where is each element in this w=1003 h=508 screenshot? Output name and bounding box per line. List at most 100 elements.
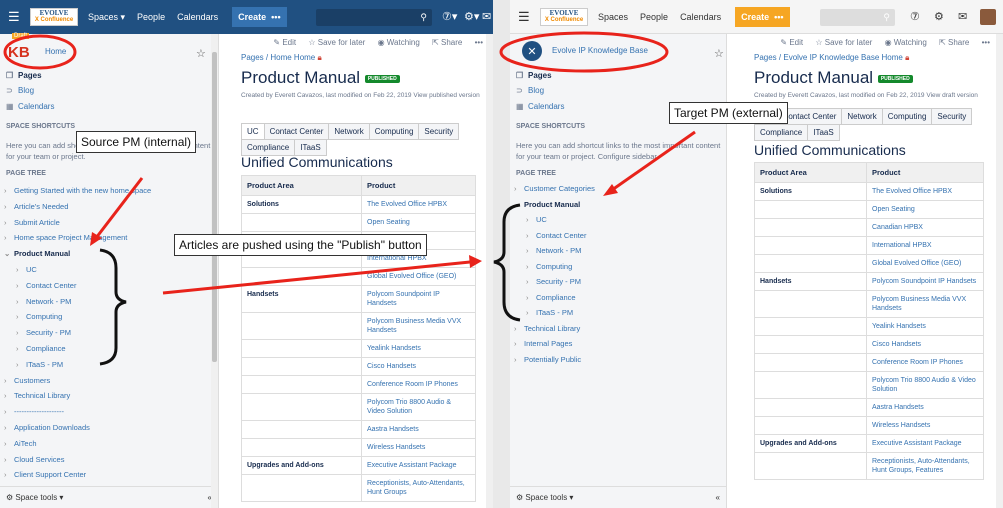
product-link[interactable]: Aastra Handsets: [361, 420, 476, 439]
tree-item[interactable]: › Home space Project Management: [4, 233, 127, 242]
calendars-link[interactable]: Calendars: [680, 12, 721, 22]
spaces-menu[interactable]: Spaces: [598, 12, 628, 22]
create-button[interactable]: Create •••: [232, 7, 287, 27]
people-link[interactable]: People: [640, 12, 668, 22]
tab-compliance[interactable]: Compliance: [754, 124, 809, 141]
product-link[interactable]: Polycom Business Media VVX Handsets: [866, 290, 984, 318]
tab-itaas[interactable]: ITaaS: [807, 124, 840, 141]
save-for-later-button[interactable]: ☆ Save for later: [815, 38, 872, 47]
product-link[interactable]: The Evolved Office HPBX: [361, 195, 476, 214]
notifications-icon[interactable]: ✉: [958, 10, 967, 23]
tree-item[interactable]: › Compliance: [16, 344, 66, 353]
tree-item[interactable]: › Compliance: [526, 293, 576, 302]
product-link[interactable]: Polycom Business Media VVX Handsets: [361, 312, 476, 340]
wrench-logo-icon[interactable]: ✕: [522, 41, 542, 61]
product-link[interactable]: Yealink Handsets: [361, 339, 476, 358]
chevron-right-icon[interactable]: ›: [526, 231, 536, 240]
tree-item[interactable]: › Customers: [4, 376, 50, 385]
chevron-right-icon[interactable]: ›: [514, 184, 524, 193]
chevron-right-icon[interactable]: ›: [4, 470, 14, 479]
share-button[interactable]: ⇱ Share: [939, 38, 969, 47]
edit-button[interactable]: ✎ Edit: [780, 38, 803, 47]
evolve-confluence-logo[interactable]: EVOLVE X Confluence: [30, 8, 78, 26]
search-input[interactable]: ⚲: [316, 9, 432, 26]
chevron-right-icon[interactable]: ›: [16, 328, 26, 337]
chevron-right-icon[interactable]: ›: [16, 360, 26, 369]
product-link[interactable]: The Evolved Office HPBX: [866, 182, 984, 201]
page-scrollbar[interactable]: [486, 34, 493, 508]
tree-item[interactable]: › --------------------: [4, 407, 64, 416]
scrollbar-thumb[interactable]: [212, 52, 217, 362]
chevron-right-icon[interactable]: ›: [514, 355, 524, 364]
breadcrumb[interactable]: Pages / Home Home 🔒︎: [241, 53, 322, 63]
tab-security[interactable]: Security: [418, 123, 460, 140]
tree-item[interactable]: › Computing: [16, 312, 62, 321]
tab-computing[interactable]: Computing: [881, 108, 933, 125]
tree-item[interactable]: › Network - PM: [16, 297, 71, 306]
product-link[interactable]: Canadian HPBX: [866, 218, 984, 237]
chevron-right-icon[interactable]: ›: [4, 455, 14, 464]
product-link[interactable]: Executive Assistant Package: [866, 434, 984, 453]
app-switcher-icon[interactable]: ☰: [8, 9, 24, 25]
chevron-right-icon[interactable]: ›: [16, 297, 26, 306]
chevron-down-icon[interactable]: ⌄: [4, 249, 14, 258]
space-tools-menu[interactable]: ⚙ Space tools ▾: [516, 493, 573, 502]
calendars-link[interactable]: Calendars: [177, 12, 218, 22]
product-link[interactable]: Conference Room IP Phones: [361, 375, 476, 394]
help-icon[interactable]: ⑦▾: [442, 10, 457, 23]
people-link[interactable]: People: [137, 12, 165, 22]
sidebar-item-blog[interactable]: ⊃ Blog: [516, 86, 544, 95]
chevron-right-icon[interactable]: ›: [16, 281, 26, 290]
tab-uc[interactable]: UC: [241, 123, 265, 140]
product-link[interactable]: Polycom Soundpoint IP Handsets: [361, 285, 476, 313]
evolve-confluence-logo[interactable]: EVOLVE X Confluence: [540, 7, 588, 26]
sidebar-item-pages[interactable]: ❐ Pages: [6, 71, 42, 80]
tree-item[interactable]: › Contact Center: [526, 231, 586, 240]
product-link[interactable]: Wireless Handsets: [361, 438, 476, 457]
edit-button[interactable]: ✎ Edit: [273, 38, 296, 47]
app-switcher-icon[interactable]: ☰: [518, 9, 534, 25]
chevron-right-icon[interactable]: ›: [514, 324, 524, 333]
save-for-later-button[interactable]: ☆ Save for later: [308, 38, 365, 47]
tree-item[interactable]: › Cloud Services: [4, 455, 64, 464]
share-button[interactable]: ⇱ Share: [432, 38, 462, 47]
tree-item[interactable]: › ITaaS - PM: [526, 308, 573, 317]
tree-item[interactable]: › Computing: [526, 262, 572, 271]
tree-item[interactable]: › Security - PM: [16, 328, 71, 337]
tree-item[interactable]: › Article's Needed: [4, 202, 68, 211]
watching-button[interactable]: ◉ Watching: [885, 38, 927, 47]
page-scrollbar[interactable]: [996, 34, 1003, 508]
chevron-right-icon[interactable]: ›: [16, 312, 26, 321]
product-link[interactable]: Executive Assistant Package: [361, 456, 476, 475]
tree-item[interactable]: › AiTech: [4, 439, 37, 448]
chevron-down-icon[interactable]: ⌄: [514, 200, 524, 209]
tree-item[interactable]: › Getting Started with the new home space: [4, 186, 151, 195]
tab-contact-center[interactable]: Contact Center: [263, 123, 330, 140]
product-link[interactable]: International HPBX: [866, 236, 984, 255]
chevron-right-icon[interactable]: ›: [4, 439, 14, 448]
tab-network[interactable]: Network: [841, 108, 883, 125]
product-link[interactable]: Receptionists, Auto-Attendants, Hunt Gro…: [866, 452, 984, 480]
more-actions-button[interactable]: •••: [475, 38, 483, 47]
tree-item[interactable]: › Submit Article: [4, 218, 60, 227]
tab-network[interactable]: Network: [328, 123, 370, 140]
product-link[interactable]: Conference Room IP Phones: [866, 353, 984, 372]
product-link[interactable]: Aastra Handsets: [866, 398, 984, 417]
tree-item[interactable]: ⌄ Product Manual: [514, 200, 580, 209]
tree-item[interactable]: › Potentially Public: [514, 355, 581, 364]
more-actions-button[interactable]: •••: [982, 38, 990, 47]
tab-contact-center[interactable]: Contact Center: [776, 108, 843, 125]
tree-item[interactable]: › Technical Library: [4, 391, 70, 400]
kb-space-logo[interactable]: KB: [8, 44, 30, 61]
chevron-right-icon[interactable]: ›: [4, 202, 14, 211]
product-link[interactable]: Global Evolved Office (GEO): [361, 267, 476, 286]
product-link[interactable]: Global Evolved Office (GEO): [866, 254, 984, 273]
favourite-star-icon[interactable]: ☆: [196, 47, 206, 60]
tab-uc[interactable]: UC: [754, 108, 778, 125]
restriction-lock-icon[interactable]: 🔒︎: [318, 53, 322, 62]
tab-computing[interactable]: Computing: [368, 123, 420, 140]
tree-item[interactable]: › Contact Center: [16, 281, 76, 290]
sidebar-scrollbar[interactable]: [211, 34, 218, 508]
space-tools-menu[interactable]: ⚙ Space tools ▾: [6, 493, 63, 502]
chevron-right-icon[interactable]: ›: [526, 277, 536, 286]
